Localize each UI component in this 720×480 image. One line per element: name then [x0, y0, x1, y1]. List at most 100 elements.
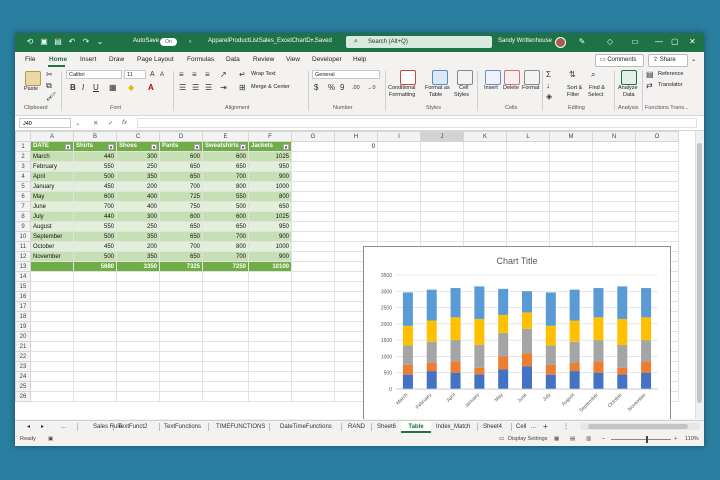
cell[interactable]: [30, 361, 74, 372]
analyze-data-line2[interactable]: Data: [623, 92, 635, 98]
total-cell[interactable]: 10100: [248, 261, 292, 272]
cell[interactable]: [116, 311, 160, 322]
ribbon-expand-icon[interactable]: ⌄: [691, 55, 696, 63]
translator-icon[interactable]: ⇄: [646, 81, 653, 90]
accessibility-icon[interactable]: ▣: [48, 436, 53, 442]
column-header-g[interactable]: G: [291, 131, 335, 142]
cell[interactable]: [549, 221, 593, 232]
cell[interactable]: [159, 271, 203, 282]
column-header-b[interactable]: B: [73, 131, 117, 142]
cell[interactable]: [73, 351, 117, 362]
save-icon[interactable]: ▣: [39, 37, 49, 47]
row-header[interactable]: 2: [15, 151, 31, 162]
cell[interactable]: [116, 331, 160, 342]
cell[interactable]: [635, 171, 679, 182]
wrap-text-button[interactable]: Wrap Text: [251, 71, 276, 77]
table-cell[interactable]: 1025: [248, 151, 292, 162]
table-cell[interactable]: 440: [73, 151, 117, 162]
cell[interactable]: [420, 171, 464, 182]
align-left-icon[interactable]: ☰: [179, 83, 186, 92]
row-header[interactable]: 3: [15, 161, 31, 172]
cell[interactable]: [248, 381, 292, 392]
cell-styles-line2[interactable]: Styles: [454, 92, 469, 98]
cell[interactable]: [592, 191, 636, 202]
column-header-k[interactable]: K: [463, 131, 507, 142]
filter-dropdown-icon[interactable]: ▾: [283, 144, 289, 151]
table-cell[interactable]: 750: [159, 201, 203, 212]
table-cell[interactable]: July: [30, 211, 74, 222]
table-cell[interactable]: 1000: [248, 181, 292, 192]
cell[interactable]: [506, 151, 550, 162]
align-center-icon[interactable]: ☰: [192, 83, 199, 92]
cell[interactable]: [291, 321, 335, 332]
column-header-o[interactable]: O: [635, 131, 679, 142]
cell[interactable]: [30, 321, 74, 332]
table-cell[interactable]: 950: [248, 161, 292, 172]
cell[interactable]: [202, 301, 249, 312]
cell[interactable]: [291, 271, 335, 282]
diamond-icon[interactable]: ◇: [605, 37, 615, 47]
cell[interactable]: [248, 271, 292, 282]
cell[interactable]: [73, 331, 117, 342]
bold-icon[interactable]: B: [70, 83, 76, 92]
cell[interactable]: [73, 391, 117, 402]
cell[interactable]: [73, 291, 117, 302]
cell[interactable]: [506, 191, 550, 202]
zoom-out-icon[interactable]: −: [602, 436, 605, 442]
cell[interactable]: [549, 171, 593, 182]
analyze-data-icon[interactable]: [621, 70, 637, 85]
cell[interactable]: [202, 361, 249, 372]
table-header-cell[interactable]: Pants ▾: [159, 141, 203, 152]
analyze-data-line1[interactable]: Analyze: [618, 85, 638, 91]
tab-developer[interactable]: Developer: [312, 56, 342, 63]
cell[interactable]: [291, 161, 335, 172]
cell[interactable]: [291, 191, 335, 202]
table-cell[interactable]: 200: [116, 241, 160, 252]
cell[interactable]: [248, 291, 292, 302]
row-header[interactable]: 26: [15, 391, 31, 402]
cell[interactable]: [116, 271, 160, 282]
cell[interactable]: [420, 211, 464, 222]
row-header[interactable]: 6: [15, 191, 31, 202]
table-cell[interactable]: 650: [202, 161, 249, 172]
zoom-in-icon[interactable]: +: [674, 436, 677, 442]
increase-decimal-button[interactable]: .00: [352, 84, 360, 93]
cell[interactable]: [291, 371, 335, 382]
table-cell[interactable]: June: [30, 201, 74, 212]
table-cell[interactable]: 600: [159, 151, 203, 162]
display-settings-button[interactable]: Display Settings: [508, 436, 547, 442]
cell[interactable]: [159, 311, 203, 322]
cell[interactable]: [463, 141, 507, 152]
cell[interactable]: [291, 301, 335, 312]
cell[interactable]: [116, 391, 160, 402]
currency-button[interactable]: $: [314, 83, 318, 92]
cell[interactable]: [73, 281, 117, 292]
cell[interactable]: [592, 151, 636, 162]
find-select-icon[interactable]: ⌕: [591, 70, 595, 79]
tab-home[interactable]: Home: [49, 56, 67, 63]
cell[interactable]: [463, 231, 507, 242]
page-layout-view-icon[interactable]: ▤: [570, 436, 575, 442]
cell[interactable]: [291, 251, 335, 262]
cell[interactable]: [635, 181, 679, 192]
total-cell[interactable]: [30, 261, 74, 272]
table-cell[interactable]: 250: [116, 221, 160, 232]
cut-icon[interactable]: ✂: [46, 70, 53, 79]
cell[interactable]: [291, 391, 335, 402]
cell[interactable]: [202, 281, 249, 292]
cell[interactable]: [463, 191, 507, 202]
maximize-icon[interactable]: ▢: [671, 37, 679, 46]
autosave-toggle[interactable]: On: [160, 38, 177, 46]
pen-icon[interactable]: ✎: [577, 37, 587, 47]
vertical-scrollbar[interactable]: [695, 131, 704, 419]
next-sheet-icon[interactable]: ▸: [41, 421, 44, 433]
cell[interactable]: [420, 161, 464, 172]
cell[interactable]: [30, 311, 74, 322]
orientation-icon[interactable]: ↗: [220, 70, 227, 79]
cell[interactable]: [248, 281, 292, 292]
cell[interactable]: 0: [334, 141, 378, 152]
more-sheets-left[interactable]: ...: [61, 421, 66, 433]
cell[interactable]: [248, 321, 292, 332]
table-cell[interactable]: 700: [159, 181, 203, 192]
cell[interactable]: [159, 291, 203, 302]
